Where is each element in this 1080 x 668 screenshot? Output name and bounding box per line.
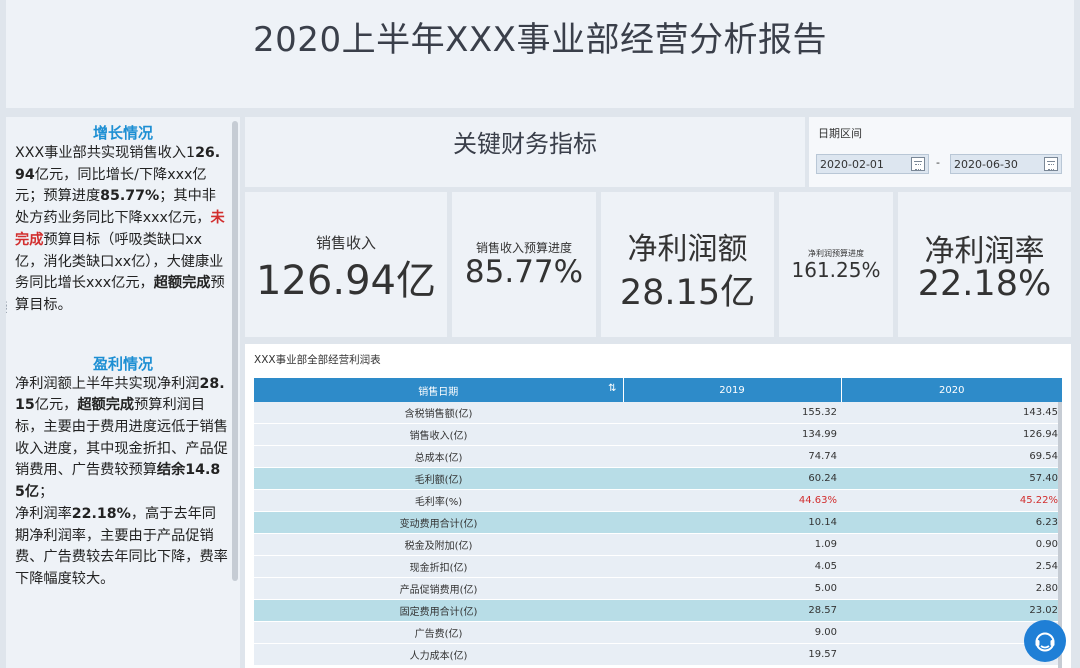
table-row: 毛利额(亿) 60.24 57.40 [254,467,1062,490]
table-cell: 5.00 [623,577,841,600]
start-date-input[interactable]: 2020-02-01 [816,154,929,174]
table-cell: 19.57 [623,643,841,666]
date-separator: - [936,156,940,169]
table-cell: 6.23 [841,511,1062,534]
column-header-date[interactable]: 销售日期 ⇅ [254,378,624,402]
table-cell: 134.99 [623,423,841,446]
table-cell: 10.14 [623,511,841,534]
table-row: 人力成本(亿) 19.57 [254,643,1062,666]
profit-section-text: 净利润额上半年共实现净利润28.15亿元，超额完成预算利润目标，主要由于费用进度… [15,375,228,587]
kpi-net-profit-card: 净利润额 28.15亿 [601,192,774,337]
table-cell: 人力成本(亿) [254,643,623,666]
table-cell: 143.45 [841,402,1062,424]
sort-icon[interactable]: ⇅ [608,383,616,394]
resize-grip-icon[interactable]: ⋮⋮ [2,302,11,316]
table-cell: 44.63% [623,489,841,512]
table-cell: 1.09 [623,533,841,556]
kpi-sales-progress-card: 销售收入预算进度 85.77% [452,192,596,337]
column-header-label: 销售日期 [418,386,459,398]
table-cell: 45.22% [841,489,1062,512]
kpi-net-margin-value: 22.18% [917,264,1052,304]
table-cell: 0.90 [841,533,1062,556]
table-cell: 4.05 [623,555,841,578]
profit-section-title: 盈利情况 [92,354,153,373]
table-cell: 变动费用合计(亿) [254,511,623,534]
table-row: 变动费用合计(亿) 10.14 6.23 [254,511,1062,534]
table-row: 现金折扣(亿) 4.05 2.54 [254,555,1062,578]
table-cell: 毛利率(%) [254,489,623,512]
key-financials-panel: 关键财务指标 [245,117,805,187]
table-cell: 毛利额(亿) [254,467,623,490]
table-cell: 9.00 [623,621,841,644]
table-cell: 广告费(亿) [254,621,623,644]
table-cell: 产品促销费用(亿) [254,577,623,600]
end-date-value: 2020-06-30 [954,158,1018,171]
headset-icon [1035,632,1055,652]
profit-table-title: XXX事业部全部经营利润表 [254,354,381,366]
kpi-sales-progress-value: 85.77% [464,254,584,290]
kpi-net-profit-progress-card: 净利润预算进度 161.25% [779,192,893,337]
analysis-text-panel[interactable]: 增长情况 XXX事业部共实现销售收入126.94亿元，同比增长/下降xxx亿元；… [6,117,240,668]
kpi-sales-card: 销售收入 126.94亿 [245,192,447,337]
kpi-net-profit-progress-value: 161.25% [791,258,881,282]
left-scrollbar[interactable] [232,121,238,581]
table-cell: 60.24 [623,467,841,490]
table-cell: 含税销售额(亿) [254,402,623,424]
header-panel: 2020上半年XXX事业部经营分析报告 [6,0,1074,108]
kpi-sales-value: 126.94亿 [256,258,436,304]
growth-section-title: 增长情况 [92,124,153,142]
key-financials-title: 关键财务指标 [453,130,597,158]
table-cell: 税金及附加(亿) [254,533,623,556]
table-cell: 销售收入(亿) [254,423,623,446]
table-cell: 固定费用合计(亿) [254,599,623,622]
table-cell: 28.57 [623,599,841,622]
table-cell: 57.40 [841,467,1062,490]
table-row: 销售收入(亿) 134.99 126.94 [254,423,1062,446]
table-header-row: 销售日期 ⇅ 2019 2020 [254,378,1062,402]
start-date-value: 2020-02-01 [820,158,884,171]
column-header-2019[interactable]: 2019 [623,378,842,402]
profit-table-panel: XXX事业部全部经营利润表 销售日期 ⇅ 2019 2020 含税销售额(亿) 15… [245,344,1071,668]
kpi-net-margin-card: 净利润率 22.18% [898,192,1071,337]
end-date-input[interactable]: 2020-06-30 [950,154,1062,174]
date-range-panel: 日期区间 2020-02-01 - 2020-06-30 [809,117,1071,187]
table-cell: 23.02 [841,599,1062,622]
calendar-icon[interactable] [1044,157,1058,171]
help-button[interactable] [1024,620,1066,662]
table-cell: 126.94 [841,423,1062,446]
kpi-net-profit-label: 净利润额 [627,232,748,267]
table-cell: 155.32 [623,402,841,424]
table-cell: 69.54 [841,445,1062,468]
calendar-icon[interactable] [911,157,925,171]
growth-section-text: XXX事业部共实现销售收入126.94亿元，同比增长/下降xxx亿元；预算进度8… [15,145,225,313]
date-range-label: 日期区间 [818,127,862,140]
table-cell: 总成本(亿) [254,445,623,468]
table-row: 固定费用合计(亿) 28.57 23.02 [254,599,1062,622]
profit-table: 销售日期 ⇅ 2019 2020 含税销售额(亿) 155.32 143.45 销售收… [254,378,1062,666]
table-cell: 2.54 [841,555,1062,578]
column-header-2020[interactable]: 2020 [841,378,1062,402]
table-cell: 现金折扣(亿) [254,555,623,578]
table-row: 含税销售额(亿) 155.32 143.45 [254,402,1062,424]
page-title: 2020上半年XXX事业部经营分析报告 [253,20,827,60]
table-cell: 74.74 [623,445,841,468]
table-row: 产品促销费用(亿) 5.00 2.80 [254,577,1062,600]
table-cell: 2.80 [841,577,1062,600]
table-row: 总成本(亿) 74.74 69.54 [254,445,1062,468]
kpi-net-profit-value: 28.15亿 [619,273,756,313]
table-row: 税金及附加(亿) 1.09 0.90 [254,533,1062,556]
table-row: 广告费(亿) 9.00 [254,621,1062,644]
table-row: 毛利率(%) 44.63% 45.22% [254,489,1062,512]
